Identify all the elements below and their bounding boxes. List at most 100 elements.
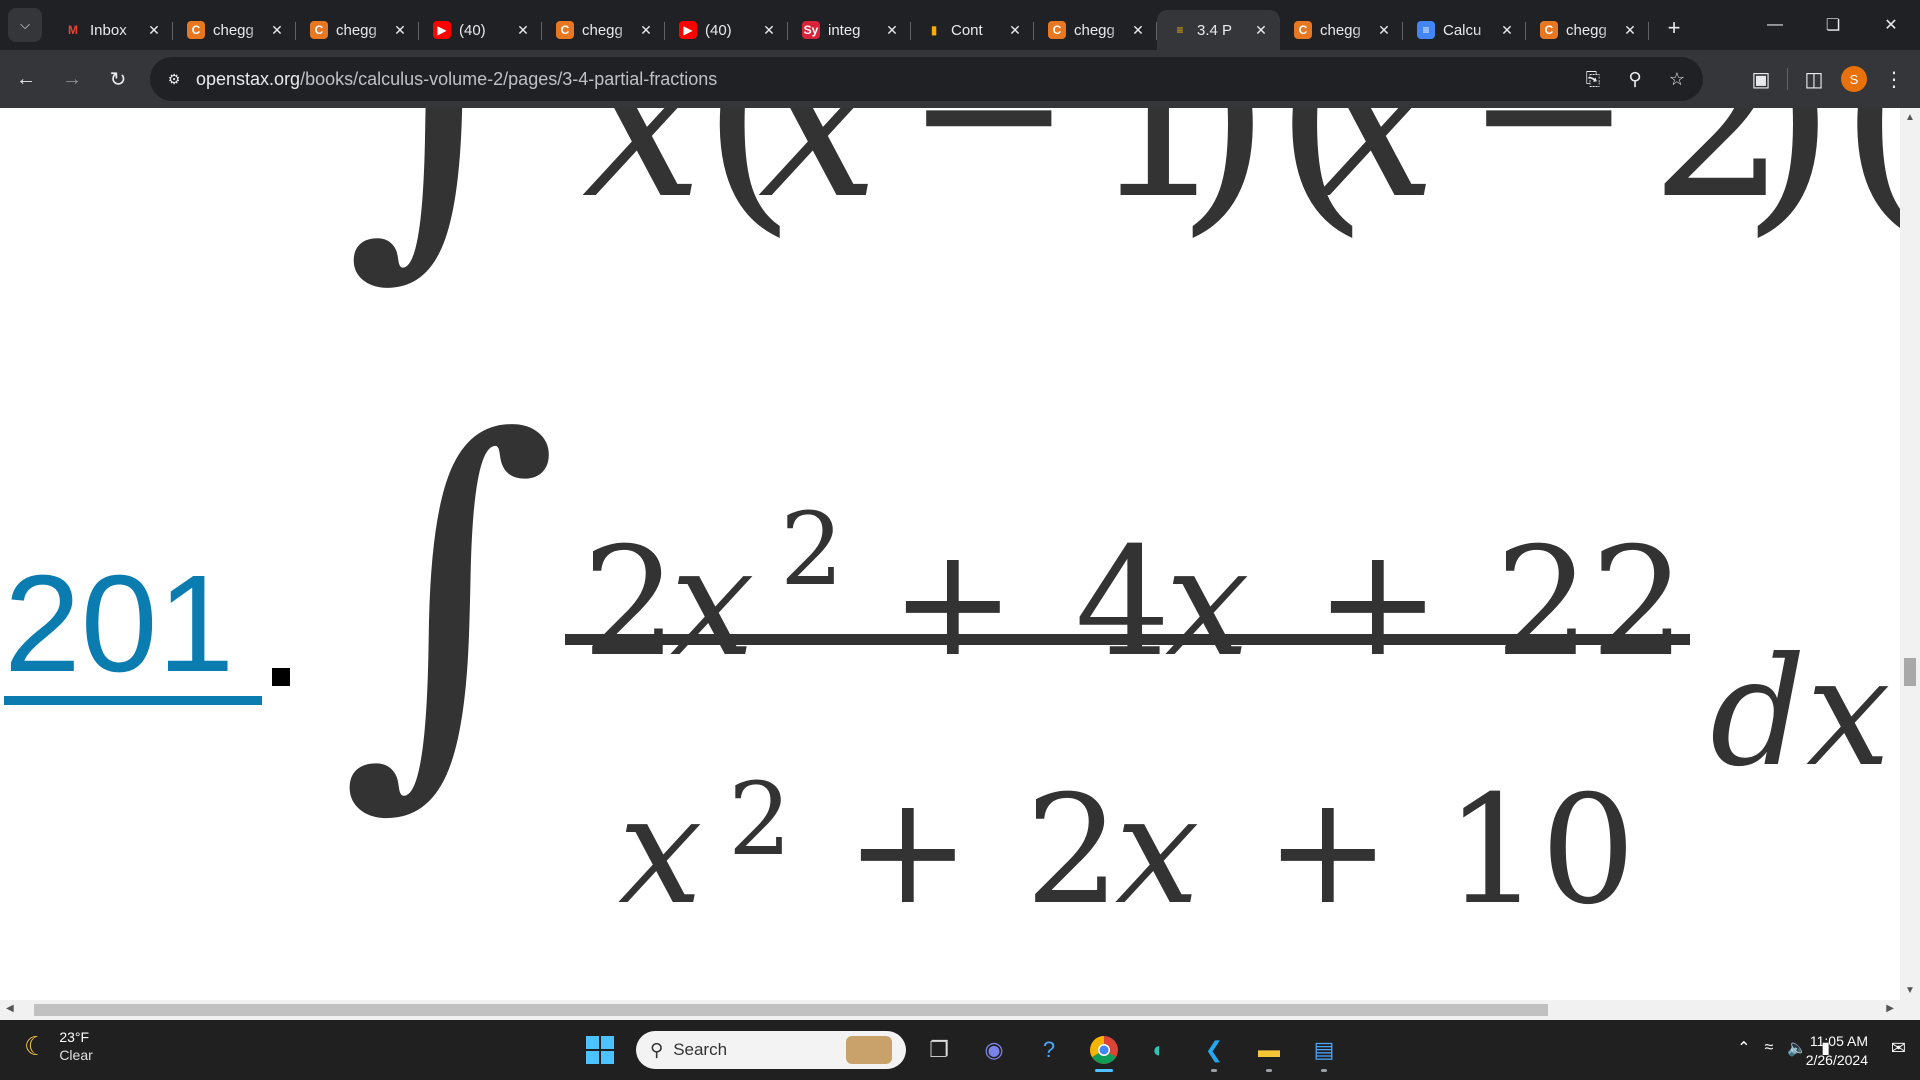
extensions-button[interactable]: ▣	[1741, 59, 1781, 99]
new-tab-button[interactable]: +	[1659, 13, 1689, 43]
tab-search-button[interactable]: ⌵	[8, 8, 42, 42]
tab-title: chegg	[582, 21, 623, 39]
tab-close-icon[interactable]: ✕	[760, 22, 778, 39]
horizontal-scroll-thumb[interactable]	[34, 1004, 1548, 1016]
taskbar-search[interactable]: ⚲ Search	[636, 1031, 906, 1069]
tab-favicon-icon: C	[310, 21, 328, 39]
math-number: 2	[1025, 764, 1121, 938]
math-variable: x	[758, 108, 880, 246]
tab-close-icon[interactable]: ✕	[1129, 22, 1147, 39]
exercise-number-period	[272, 668, 290, 686]
math-operator: +	[1315, 516, 1441, 690]
menu-button[interactable]: ⋮	[1874, 59, 1914, 99]
clock[interactable]: 11:05 AM 2/26/2024	[1806, 1032, 1868, 1070]
browser-tab[interactable]: Sy integ ✕	[788, 10, 911, 50]
tab-separator	[1648, 22, 1649, 40]
tab-close-icon[interactable]: ✕	[1498, 22, 1516, 39]
edge-app[interactable]: ◐	[1137, 1028, 1181, 1072]
moon-icon: ☾	[24, 1030, 48, 1061]
start-button[interactable]	[580, 1030, 620, 1070]
tab-title: chegg	[336, 21, 377, 39]
tab-close-icon[interactable]: ✕	[268, 22, 286, 39]
tab-close-icon[interactable]: ✕	[1252, 22, 1270, 39]
scroll-right-icon[interactable]: ▶	[1886, 1003, 1894, 1014]
close-window-button[interactable]: ✕	[1862, 0, 1920, 50]
browser-tab[interactable]: Cchegg ✕	[1034, 10, 1157, 50]
math-variable: x	[1115, 764, 1200, 938]
browser-tab[interactable]: Cchegg ✕	[296, 10, 419, 50]
close-icon: ✕	[1884, 17, 1898, 34]
avatar: S	[1841, 66, 1867, 92]
browser-tab[interactable]: ▶ (40) ✕	[665, 10, 788, 50]
browser-tab[interactable]: ▶ (40) ✕	[419, 10, 542, 50]
browser-tab[interactable]: M Inbox ✕	[50, 10, 173, 50]
edge-icon: ◐	[1152, 1037, 1166, 1062]
tab-favicon-icon: Sy	[802, 21, 820, 39]
tab-favicon-icon: C	[1540, 21, 1558, 39]
browser-tab[interactable]: Cchegg ✕	[542, 10, 665, 50]
chevron-up-icon[interactable]: ⌃	[1737, 1038, 1750, 1058]
task-view-button[interactable]: ❐	[917, 1028, 961, 1072]
vertical-scroll-thumb[interactable]	[1904, 658, 1916, 686]
arrow-left-icon: ←	[16, 67, 36, 90]
exercise-number-link[interactable]: 201	[4, 555, 234, 693]
scroll-up-icon[interactable]: ▲	[1905, 112, 1915, 123]
url-text[interactable]: openstax.org/books/calculus-volume-2/pag…	[196, 69, 717, 90]
tab-close-icon[interactable]: ✕	[1375, 22, 1393, 39]
site-info-button[interactable]: ⚙	[160, 65, 188, 93]
profile-button[interactable]: S	[1834, 59, 1874, 99]
browser-tab[interactable]: ≡ Calcu ✕	[1403, 10, 1526, 50]
scroll-left-icon[interactable]: ◀	[6, 1003, 14, 1014]
notification-icon[interactable]: ✉	[1891, 1038, 1906, 1059]
restore-button[interactable]: ❏	[1804, 0, 1862, 50]
weather-widget[interactable]: ☾ 23°F Clear	[24, 1028, 93, 1064]
vscode-app[interactable]: ❮	[1192, 1028, 1236, 1072]
back-button[interactable]: ←	[6, 59, 46, 99]
address-bar[interactable]: ⚙ openstax.org/books/calculus-volume-2/p…	[150, 57, 1703, 101]
side-panel-button[interactable]: ◫	[1794, 59, 1834, 99]
tab-close-icon[interactable]: ✕	[145, 22, 163, 39]
taskbar-apps: ⚲ Search ❐ ◉ ? ◐ ❮ ▬ ▤	[580, 1028, 1346, 1072]
browser-tab[interactable]: Cchegg ✕	[173, 10, 296, 50]
reload-button[interactable]: ↻	[98, 59, 138, 99]
forward-button[interactable]: →	[52, 59, 92, 99]
scroll-down-icon[interactable]: ▼	[1905, 985, 1915, 996]
browser-tab[interactable]: ▮ Cont ✕	[911, 10, 1034, 50]
tab-favicon-icon: ▮	[930, 23, 938, 37]
kebab-menu-icon: ⋮	[1884, 68, 1904, 91]
windows-logo-icon	[586, 1036, 614, 1064]
math-number: 10	[1445, 764, 1636, 938]
exercise-link-underline	[4, 696, 262, 705]
minimize-button[interactable]: —	[1746, 0, 1804, 50]
tab-close-icon[interactable]: ✕	[514, 22, 532, 39]
running-indicator	[1321, 1069, 1327, 1072]
math-number: 2	[582, 516, 678, 690]
tab-title: Inbox	[90, 21, 127, 39]
speaker-muted-icon[interactable]: 🔈	[1787, 1038, 1807, 1058]
file-explorer-app[interactable]: ▬	[1247, 1028, 1291, 1072]
tab-close-icon[interactable]: ✕	[637, 22, 655, 39]
browser-tab[interactable]: Cchegg ✕	[1526, 10, 1649, 50]
browser-tab[interactable]: ≡ 3.4 P ✕	[1157, 10, 1280, 50]
notepad-app[interactable]: ▤	[1302, 1028, 1346, 1072]
vertical-scrollbar[interactable]: ▲ ▼	[1900, 108, 1920, 1000]
restore-icon: ❏	[1825, 17, 1841, 34]
bookmark-button[interactable]: ☆	[1663, 65, 1691, 93]
teams-app[interactable]: ◉	[972, 1028, 1016, 1072]
wifi-icon[interactable]: ≈	[1764, 1039, 1773, 1057]
tab-title: chegg	[1320, 21, 1361, 39]
chrome-app[interactable]	[1082, 1028, 1126, 1072]
arrow-right-icon: →	[62, 67, 82, 90]
math-variable: x	[1316, 108, 1438, 246]
tab-close-icon[interactable]: ✕	[1621, 22, 1639, 39]
omnibox-actions: ⎘ ⚲ ☆	[1579, 57, 1691, 101]
math-variable: x	[618, 764, 703, 938]
install-app-button[interactable]: ⎘	[1579, 65, 1607, 93]
tab-close-icon[interactable]: ✕	[1006, 22, 1024, 39]
browser-tab[interactable]: Cchegg ✕	[1280, 10, 1403, 50]
zoom-button[interactable]: ⚲	[1621, 65, 1649, 93]
horizontal-scrollbar[interactable]: ◀ ▶	[0, 1000, 1900, 1020]
tab-close-icon[interactable]: ✕	[883, 22, 901, 39]
help-app[interactable]: ?	[1027, 1028, 1071, 1072]
tab-close-icon[interactable]: ✕	[391, 22, 409, 39]
